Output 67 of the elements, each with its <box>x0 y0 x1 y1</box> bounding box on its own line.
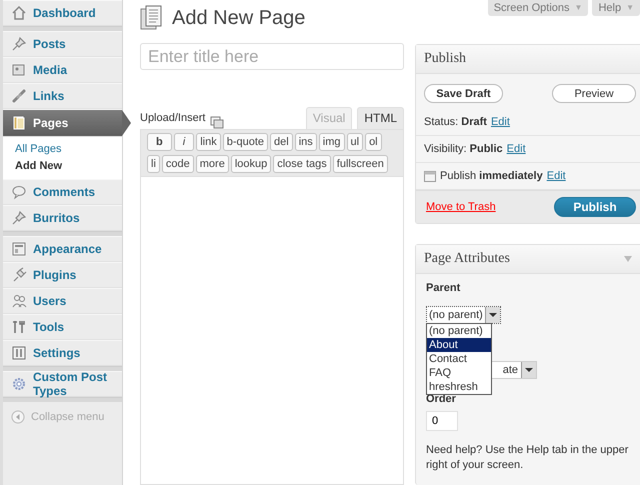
chain-link-icon <box>11 88 27 104</box>
sidebar-menu-item[interactable]: Appearance <box>3 236 122 262</box>
status-text: Publish immediately <box>440 170 543 182</box>
edit-link[interactable]: Edit <box>490 116 510 128</box>
plug-icon <box>11 267 27 283</box>
speech-bubble-icon <box>11 184 27 200</box>
sliders-icon <box>11 345 27 361</box>
quicktag-button[interactable]: lookup <box>230 155 272 173</box>
quicktag-button[interactable]: i <box>174 133 194 151</box>
submenu-item[interactable]: Add New <box>3 158 62 175</box>
editor-tab[interactable]: HTML <box>357 107 404 129</box>
order-input-field[interactable]: 0 <box>426 411 458 431</box>
gear-icon <box>11 376 27 392</box>
preview-button[interactable]: Preview <box>552 84 636 103</box>
field-label: Parent <box>426 282 460 294</box>
sidebar-menu-item[interactable]: Plugins <box>3 262 122 288</box>
window-icon <box>11 241 27 257</box>
tools-icon <box>11 319 27 335</box>
toggle-arrow-icon[interactable] <box>624 256 632 262</box>
dropdown-option[interactable]: About <box>427 338 491 352</box>
pushpin-icon <box>11 210 27 226</box>
quicktag-button[interactable]: b-quote <box>222 133 268 151</box>
title-input-field[interactable]: Enter title here <box>140 43 404 70</box>
quicktag-button[interactable]: ul <box>346 133 364 151</box>
dropdown-option[interactable]: hreshresh <box>427 380 491 394</box>
panel-heading: Page Attributes <box>424 251 510 267</box>
pages-icon <box>140 5 164 31</box>
quicktag-button[interactable]: img <box>318 133 344 151</box>
quicktag-button[interactable]: code <box>162 155 194 173</box>
quicktag-button[interactable]: fullscreen <box>332 155 388 173</box>
edit-link[interactable]: Edit <box>546 170 566 182</box>
dropdown-option[interactable]: (no parent) <box>427 324 491 338</box>
quicktag-button[interactable]: ol <box>365 133 382 151</box>
sidebar-menu-item[interactable]: Posts <box>3 31 122 57</box>
people-icon <box>11 293 27 309</box>
status-text: Visibility: Public <box>424 143 503 155</box>
upload-insert-link[interactable]: Upload/Insert <box>140 112 206 129</box>
pushpin-icon <box>11 36 27 52</box>
dropdown-option[interactable]: Contact <box>427 352 491 366</box>
status-text: Status: Draft <box>424 116 487 128</box>
page-title: Add New Page <box>172 6 306 30</box>
save-draft-button[interactable]: Save Draft <box>424 84 503 103</box>
field-label: Order <box>426 393 456 405</box>
calendar-icon <box>424 170 436 182</box>
image-icon <box>11 62 27 78</box>
sidebar-menu-item[interactable]: Users <box>3 288 122 314</box>
submenu-item[interactable]: All Pages <box>3 141 62 158</box>
quicktag-button[interactable]: b <box>147 133 172 151</box>
house-icon <box>11 5 27 21</box>
quicktag-button[interactable]: link <box>196 133 221 151</box>
quicktag-button[interactable]: more <box>196 155 229 173</box>
parent-dropdown[interactable]: (no parent) <box>426 306 501 324</box>
sidebar-menu-item[interactable]: Media <box>3 57 122 83</box>
sidebar-menu-item[interactable]: Tools <box>3 314 122 340</box>
media-icon[interactable] <box>210 115 224 129</box>
quicktag-button[interactable]: li <box>147 155 160 173</box>
edit-link[interactable]: Edit <box>506 143 526 155</box>
help-text: Need help? Use the Help tab in the upper right of your screen. <box>426 443 630 473</box>
sidebar-menu-item[interactable]: Comments <box>3 179 122 205</box>
dropdown-option[interactable]: FAQ <box>427 366 491 380</box>
content-text-area[interactable] <box>140 177 404 485</box>
publish-button[interactable]: Publish <box>554 197 636 217</box>
quicktag-button[interactable]: close tags <box>273 155 331 173</box>
quicktag-button[interactable]: del <box>270 133 293 151</box>
quicktag-button[interactable]: ins <box>294 133 317 151</box>
pages-icon <box>11 115 27 131</box>
panel-heading: Publish <box>416 45 640 74</box>
